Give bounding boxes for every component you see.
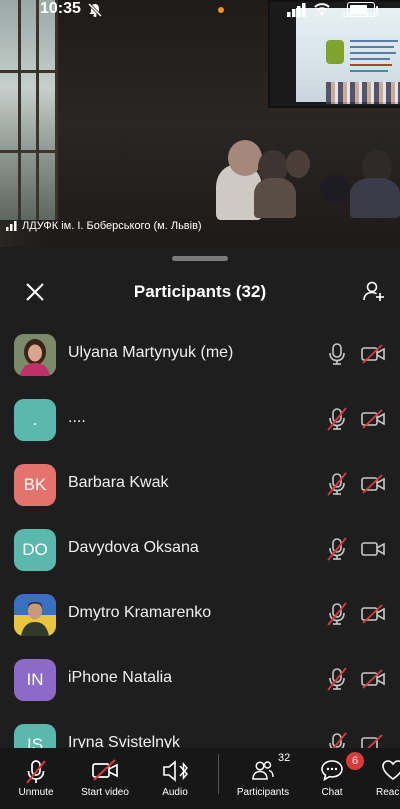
unmute-button[interactable]: Unmute [0, 748, 72, 809]
participants-count: 32 [278, 752, 291, 764]
avatar-initials: IN [26, 670, 44, 689]
avatar [14, 594, 56, 636]
participant-list: Ulyana Martynyuk (me) . .... BK Barbara … [0, 322, 400, 748]
microphone-muted-icon[interactable] [326, 602, 348, 626]
avatar-initials: . [32, 410, 38, 429]
toolbar-divider [218, 754, 219, 794]
add-participant-icon[interactable] [362, 279, 386, 303]
speaker-bluetooth-icon [163, 760, 188, 782]
start-video-button[interactable]: Start video [72, 748, 138, 809]
meeting-toolbar: Unmute Start video Audio 32 Participants… [0, 748, 400, 809]
status-bar: 10:35 ратуляція [0, 0, 400, 22]
participant-name: Iryna Svistelnyk [68, 734, 181, 748]
microphone-muted-icon[interactable] [326, 732, 348, 748]
participant-row[interactable]: Ulyana Martynyuk (me) [0, 322, 400, 387]
bell-muted-icon [87, 2, 103, 18]
video-camera-icon[interactable] [361, 539, 385, 559]
wifi-icon [314, 3, 330, 16]
video-off-icon[interactable] [361, 604, 385, 624]
participant-name: Dmytro Kramarenko [68, 604, 212, 621]
microphone-muted-icon [26, 760, 46, 784]
profile-photo-icon [14, 594, 56, 636]
avatar: BK [14, 464, 56, 506]
microphone-muted-icon[interactable] [326, 472, 348, 496]
participant-name: Barbara Kwak [68, 474, 169, 491]
microphone-icon[interactable] [326, 342, 348, 366]
chat-unread-badge: 6 [346, 752, 364, 770]
participants-sheet: Participants (32) Ulyana Martynyuk (me) [0, 247, 400, 809]
audio-button[interactable]: Audio [148, 748, 202, 809]
status-time: 10:35 [40, 0, 81, 17]
avatar: IN [14, 659, 56, 701]
participant-row[interactable]: IN iPhone Natalia [0, 647, 400, 712]
participant-row[interactable]: Dmytro Kramarenko [0, 582, 400, 647]
video-name-label: ЛДУФК ім. І. Боберського (м. Львів) [6, 220, 202, 232]
avatar: DO [14, 529, 56, 571]
video-off-icon[interactable] [361, 669, 385, 689]
participant-row[interactable]: IS Iryna Svistelnyk [0, 712, 400, 748]
participant-name: Davydova Oksana [68, 539, 199, 556]
privacy-indicator-dot [218, 7, 224, 13]
video-off-icon [92, 759, 118, 781]
participant-name: iPhone Natalia [68, 669, 173, 686]
video-off-icon[interactable] [361, 734, 385, 748]
participant-name: Ulyana Martynyuk (me) [68, 344, 234, 361]
active-video-feed[interactable]: 10:35 ратуляція ЛДУФК ім. І. Боберського… [0, 0, 400, 247]
connection-signal-icon [6, 221, 17, 231]
video-off-icon[interactable] [361, 409, 385, 429]
avatar-initials: BK [23, 475, 47, 494]
chat-label: Chat [321, 787, 343, 798]
participant-name: .... [68, 409, 86, 426]
participants-icon [252, 761, 274, 780]
avatar: . [14, 399, 56, 441]
page-title: Participants (32) [133, 282, 267, 301]
microphone-muted-icon[interactable] [326, 537, 348, 561]
participant-row[interactable]: . .... [0, 387, 400, 452]
avatar [14, 334, 56, 376]
reactions-button[interactable]: Reac [368, 748, 400, 809]
cellular-signal-icon [287, 3, 306, 17]
reaction-heart-icon [382, 760, 400, 780]
tv-banner-text: ратуляція [343, 10, 379, 19]
unmute-label: Unmute [18, 787, 54, 798]
reactions-label: Reac [376, 787, 400, 798]
video-participant-name: ЛДУФК ім. І. Боберського (м. Львів) [22, 220, 202, 232]
microphone-muted-icon[interactable] [326, 667, 348, 691]
chat-icon [321, 760, 343, 781]
avatar-initials: DO [22, 540, 48, 559]
avatar-initials: IS [26, 735, 44, 748]
video-window [0, 0, 58, 220]
avatar: IS [14, 724, 56, 748]
chat-button[interactable]: 6 Chat [308, 748, 364, 809]
sheet-drag-handle[interactable] [172, 256, 228, 261]
participants-button[interactable]: 32 Participants [228, 748, 298, 809]
profile-photo-icon [14, 334, 56, 376]
participants-label: Participants [236, 787, 290, 798]
participant-row[interactable]: BK Barbara Kwak [0, 452, 400, 517]
audio-label: Audio [162, 787, 188, 798]
start-video-label: Start video [81, 787, 129, 798]
microphone-muted-icon[interactable] [326, 407, 348, 431]
participants-header: Participants (32) [0, 275, 400, 309]
video-off-icon[interactable] [361, 474, 385, 494]
video-off-icon[interactable] [361, 344, 385, 364]
participant-row[interactable]: DO Davydova Oksana [0, 517, 400, 582]
